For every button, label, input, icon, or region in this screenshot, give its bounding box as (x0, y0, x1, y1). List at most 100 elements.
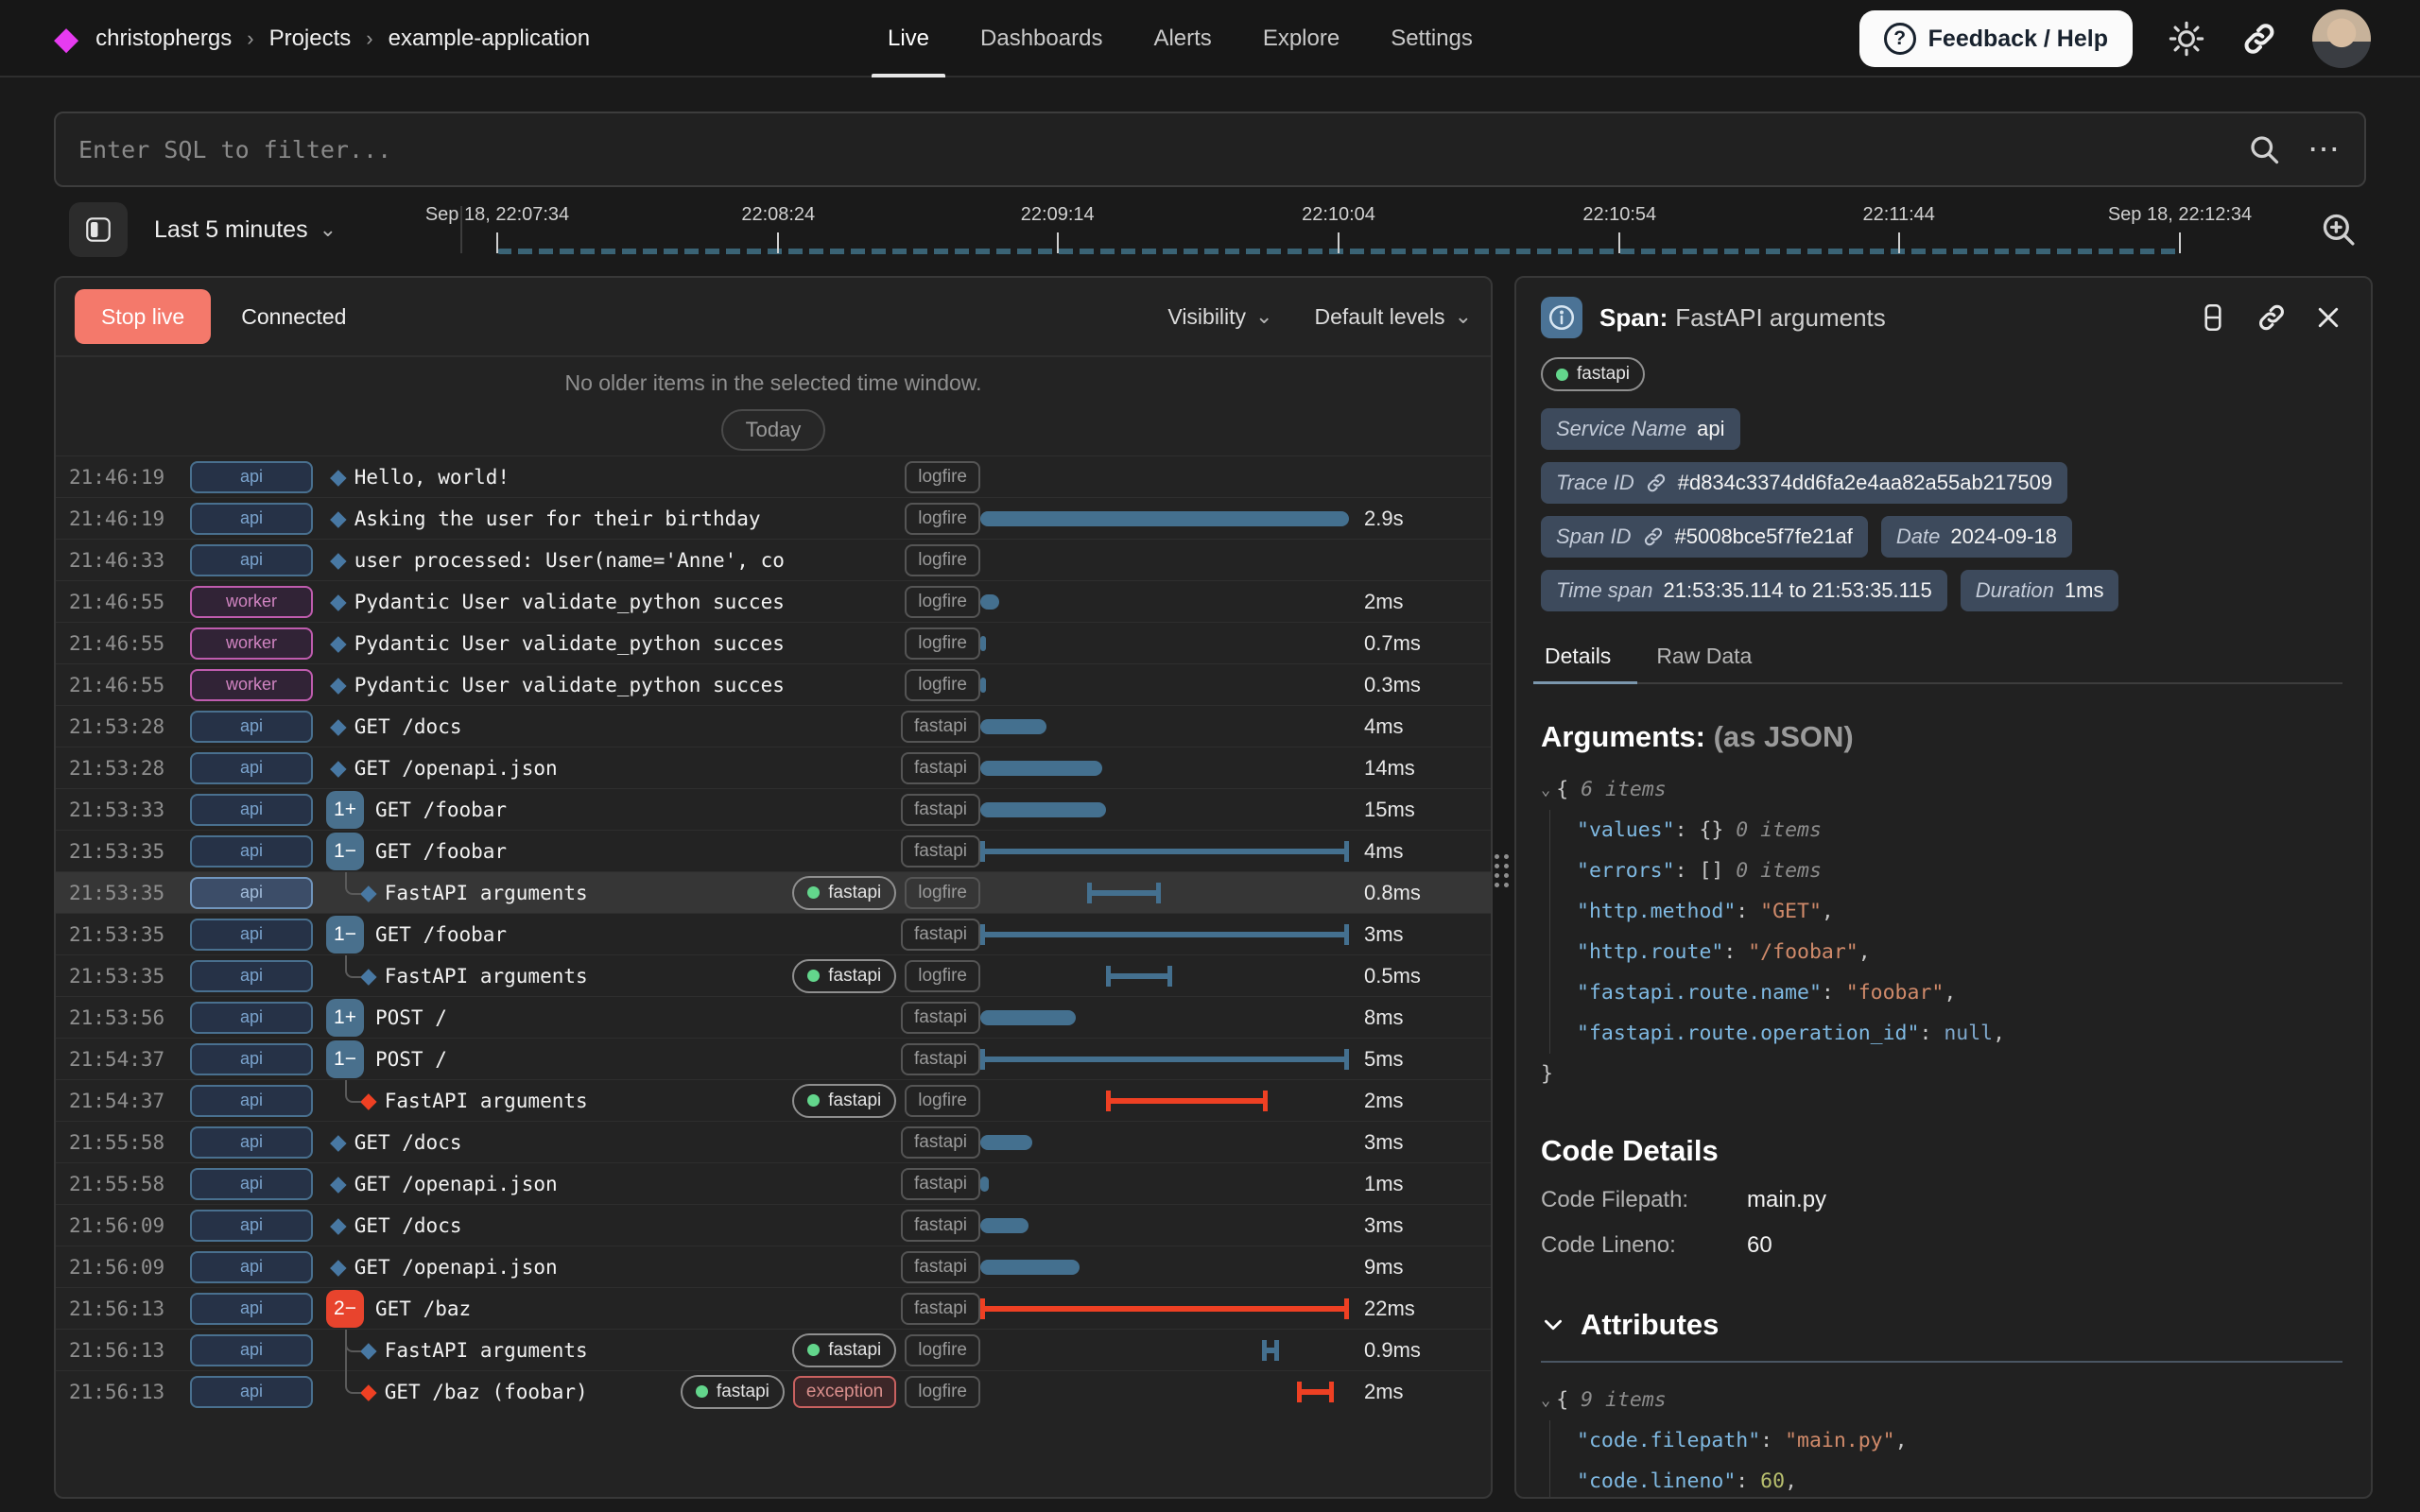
trace-row[interactable]: 21:53:35api◆FastAPI argumentsfastapilogf… (56, 954, 1491, 996)
nav-tab-dashboards[interactable]: Dashboards (955, 0, 1128, 77)
nav-tab-settings[interactable]: Settings (1365, 0, 1498, 77)
attributes-section-toggle[interactable]: Attributes (1541, 1308, 2342, 1342)
children-count-badge[interactable]: 1− (326, 833, 364, 870)
service-tag-worker[interactable]: worker (190, 586, 313, 618)
trace-row[interactable]: 21:53:33api1+GET /foobarfastapi15ms (56, 788, 1491, 830)
scope-tag-fastapi[interactable]: fastapi (901, 1293, 980, 1325)
scope-tag-logfire[interactable]: logfire (905, 1334, 980, 1366)
children-count-badge[interactable]: 2− (326, 1290, 364, 1328)
service-tag-api[interactable]: api (190, 544, 313, 576)
trace-row[interactable]: 21:56:13api◆GET /baz (foobar)fastapiexce… (56, 1370, 1491, 1412)
children-count-badge[interactable]: 1+ (326, 999, 364, 1037)
scope-tag-logfire[interactable]: logfire (905, 1376, 980, 1408)
children-count-badge[interactable]: 1− (326, 916, 364, 954)
scope-tag-fastapi[interactable]: fastapi (901, 1210, 980, 1242)
scope-tag-logfire[interactable]: logfire (905, 960, 980, 992)
scope-tag-fastapi[interactable]: fastapi (792, 959, 896, 993)
trace-row[interactable]: 21:54:37api◆FastAPI argumentsfastapilogf… (56, 1079, 1491, 1121)
meta-chip-span-id[interactable]: Span ID#5008bce5f7fe21af (1541, 516, 1868, 558)
service-tag-worker[interactable]: worker (190, 627, 313, 660)
trace-row[interactable]: 21:46:55worker◆Pydantic User validate_py… (56, 622, 1491, 663)
scope-tag-fastapi[interactable]: fastapi (901, 1126, 980, 1159)
breadcrumb-item-Projects[interactable]: Projects (269, 26, 352, 52)
service-tag-api[interactable]: api (190, 752, 313, 784)
fastapi-tag[interactable]: fastapi (1541, 357, 1645, 391)
service-tag-api[interactable]: api (190, 1210, 313, 1242)
scope-tag-logfire[interactable]: logfire (905, 627, 980, 660)
service-tag-api[interactable]: api (190, 919, 313, 951)
json-collapse-caret[interactable]: ⌄ (1541, 1391, 1550, 1410)
theme-toggle-icon[interactable] (2167, 19, 2206, 59)
service-tag-api[interactable]: api (190, 960, 313, 992)
trace-row[interactable]: 21:46:33api◆user processed: User(name='A… (56, 539, 1491, 580)
service-tag-api[interactable]: api (190, 461, 313, 493)
scope-tag-fastapi[interactable]: fastapi (901, 794, 980, 826)
trace-row[interactable]: 21:46:19api◆Hello, world!logfire (56, 455, 1491, 497)
service-tag-api[interactable]: api (190, 794, 313, 826)
filter-menu-ellipsis-icon[interactable]: ⋯ (2308, 130, 2342, 168)
service-tag-worker[interactable]: worker (190, 669, 313, 701)
trace-row[interactable]: 21:46:55worker◆Pydantic User validate_py… (56, 663, 1491, 705)
scope-tag-logfire[interactable]: logfire (905, 544, 980, 576)
scope-tag-fastapi[interactable]: fastapi (792, 876, 896, 910)
sql-filter-input[interactable] (78, 136, 2247, 163)
trace-row[interactable]: 21:54:37api1−POST /fastapi5ms (56, 1038, 1491, 1079)
service-tag-api[interactable]: api (190, 503, 313, 535)
scope-tag-fastapi[interactable]: fastapi (901, 711, 980, 743)
scope-tag-logfire[interactable]: logfire (905, 461, 980, 493)
panel-layout-icon[interactable] (2197, 301, 2229, 334)
meta-chip-trace-id[interactable]: Trace ID#d834c3374dd6fa2e4aa82a55ab21750… (1541, 462, 2067, 504)
service-tag-api[interactable]: api (190, 1293, 313, 1325)
service-tag-api[interactable]: api (190, 1085, 313, 1117)
trace-row[interactable]: 21:56:13api◆FastAPI argumentsfastapilogf… (56, 1329, 1491, 1370)
scope-tag-logfire[interactable]: logfire (905, 669, 980, 701)
scope-tag-logfire[interactable]: logfire (905, 503, 980, 535)
service-tag-api[interactable]: api (190, 1168, 313, 1200)
scope-tag-logfire[interactable]: logfire (905, 1085, 980, 1117)
close-icon[interactable] (2314, 303, 2342, 332)
service-tag-api[interactable]: api (190, 877, 313, 909)
children-count-badge[interactable]: 1− (326, 1040, 364, 1078)
visibility-dropdown[interactable]: Visibility ⌄ (1167, 304, 1272, 330)
scope-tag-logfire[interactable]: logfire (905, 877, 980, 909)
panel-resize-handle[interactable] (1495, 847, 1510, 896)
service-tag-api[interactable]: api (190, 1043, 313, 1075)
scope-tag-fastapi[interactable]: fastapi (901, 919, 980, 951)
nav-tab-explore[interactable]: Explore (1237, 0, 1365, 77)
scope-tag-fastapi[interactable]: fastapi (901, 1002, 980, 1034)
nav-tab-alerts[interactable]: Alerts (1128, 0, 1236, 77)
service-tag-api[interactable]: api (190, 711, 313, 743)
service-tag-api[interactable]: api (190, 1002, 313, 1034)
scope-tag-fastapi[interactable]: fastapi (901, 1043, 980, 1075)
scope-tag-exception[interactable]: exception (793, 1376, 896, 1408)
service-tag-api[interactable]: api (190, 1251, 313, 1283)
meta-chip-date[interactable]: Date2024-09-18 (1881, 516, 2072, 558)
breadcrumb-item-christophergs[interactable]: christophergs (95, 26, 232, 52)
service-tag-api[interactable]: api (190, 1334, 313, 1366)
logfire-logo-icon[interactable]: ◆ (54, 23, 78, 55)
meta-chip-duration[interactable]: Duration1ms (1961, 570, 2119, 611)
trace-row[interactable]: 21:56:13api2−GET /bazfastapi22ms (56, 1287, 1491, 1329)
service-tag-api[interactable]: api (190, 835, 313, 868)
trace-row[interactable]: 21:46:55worker◆Pydantic User validate_py… (56, 580, 1491, 622)
trace-row[interactable]: 21:53:35api◆FastAPI argumentsfastapilogf… (56, 871, 1491, 913)
feedback-help-button[interactable]: ? Feedback / Help (1859, 10, 2133, 67)
default-levels-dropdown[interactable]: Default levels ⌄ (1314, 304, 1472, 330)
trace-row[interactable]: 21:53:28api◆GET /openapi.jsonfastapi14ms (56, 747, 1491, 788)
json-collapse-caret[interactable]: ⌄ (1541, 781, 1550, 799)
trace-row[interactable]: 21:46:19api◆Asking the user for their bi… (56, 497, 1491, 539)
service-tag-api[interactable]: api (190, 1126, 313, 1159)
meta-chip-service-name[interactable]: Service Nameapi (1541, 408, 1740, 450)
detail-tab-raw-data[interactable]: Raw Data (1652, 638, 1755, 682)
user-avatar[interactable] (2312, 9, 2371, 68)
scope-tag-fastapi[interactable]: fastapi (901, 752, 980, 784)
scope-tag-fastapi[interactable]: fastapi (681, 1375, 785, 1409)
stop-live-button[interactable]: Stop live (75, 289, 211, 344)
trace-row[interactable]: 21:53:35api1−GET /foobarfastapi3ms (56, 913, 1491, 954)
trace-row[interactable]: 21:53:56api1+POST /fastapi8ms (56, 996, 1491, 1038)
trace-row[interactable]: 21:53:28api◆GET /docsfastapi4ms (56, 705, 1491, 747)
copy-link-icon[interactable] (2256, 301, 2288, 334)
meta-chip-time-span[interactable]: Time span21:53:35.114 to 21:53:35.115 (1541, 570, 1947, 611)
trace-row[interactable]: 21:53:35api1−GET /foobarfastapi4ms (56, 830, 1491, 871)
scope-tag-fastapi[interactable]: fastapi (901, 1251, 980, 1283)
